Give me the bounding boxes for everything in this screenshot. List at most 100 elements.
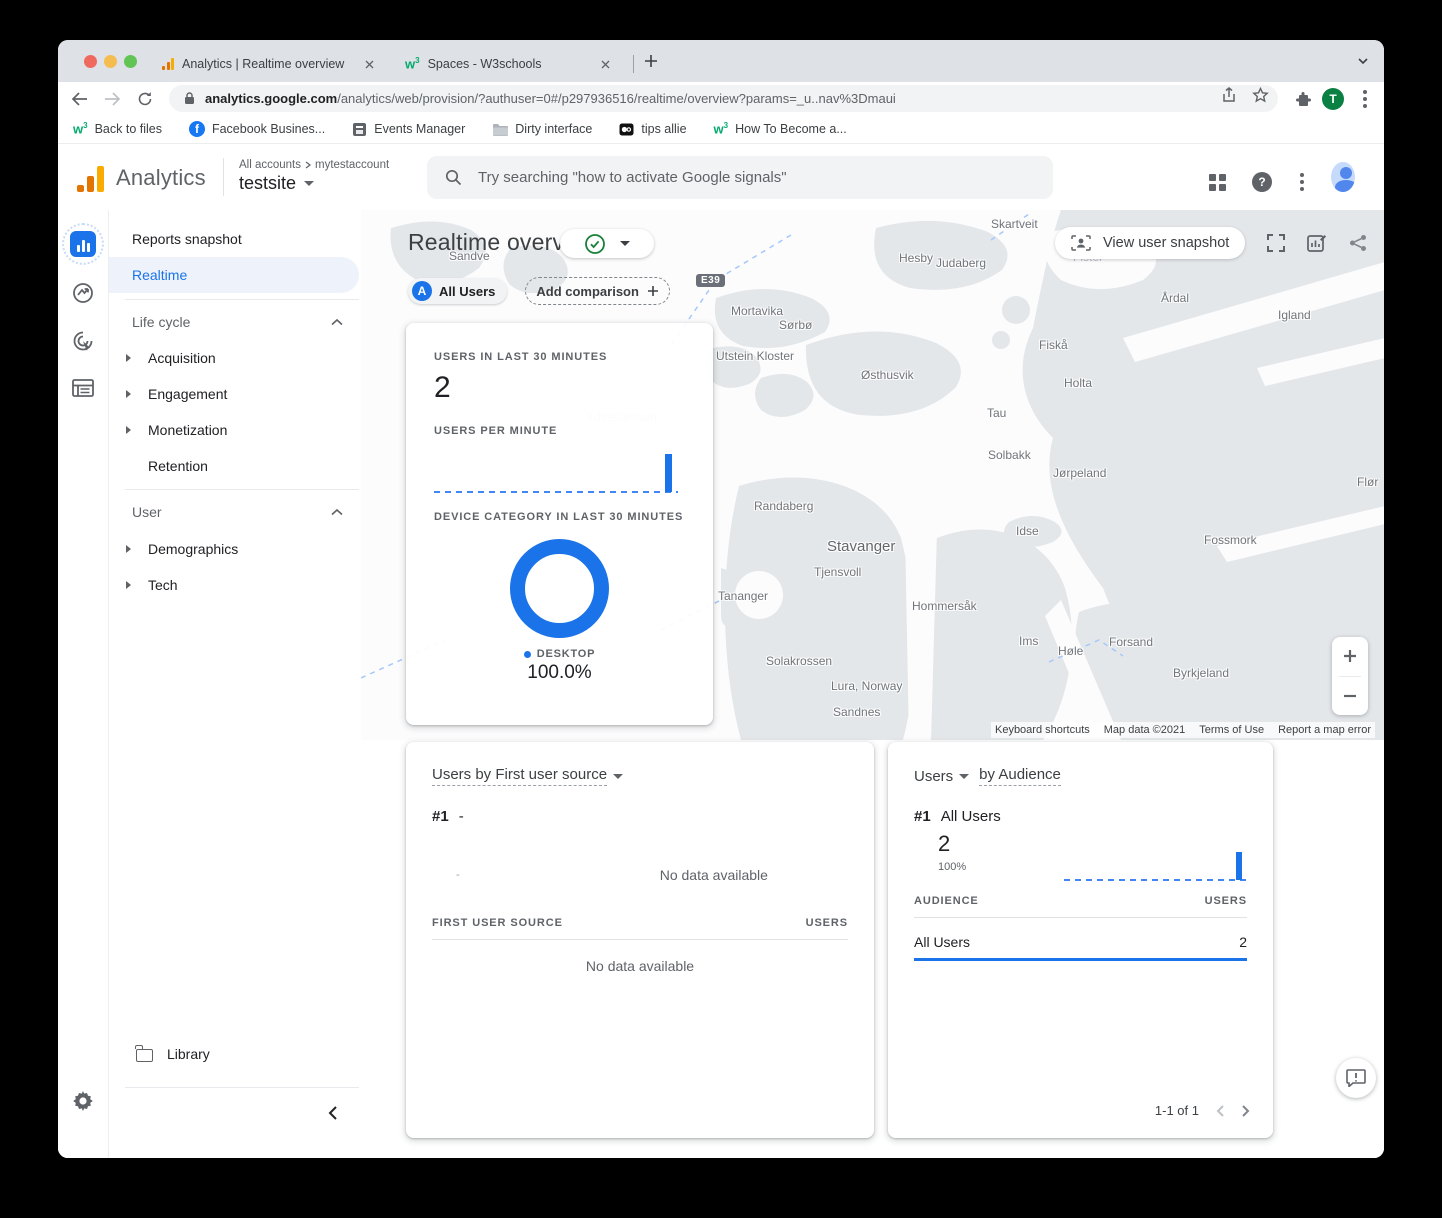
- next-page-icon[interactable]: [1241, 1104, 1251, 1118]
- sidebar-item-engagement[interactable]: Engagement: [109, 376, 359, 412]
- column-header[interactable]: USERS: [806, 917, 848, 929]
- close-tab-icon[interactable]: [601, 60, 610, 69]
- bookmark-label: Back to files: [95, 122, 162, 136]
- map-label: Høle: [1058, 644, 1083, 658]
- apps-grid-icon[interactable]: [1205, 170, 1229, 194]
- zoom-in-button[interactable]: [1332, 637, 1368, 676]
- sidebar-divider: [125, 1087, 359, 1088]
- w3schools-icon: w3: [714, 122, 729, 135]
- card-title-dimension-selector[interactable]: Users by Audience: [914, 766, 1247, 786]
- address-bar[interactable]: analytics.google.com/analytics/web/provi…: [169, 85, 1278, 112]
- section-header-life-cycle[interactable]: Life cycle: [109, 304, 359, 340]
- comparison-chip-all-users[interactable]: A All Users: [408, 278, 507, 304]
- map-label: Hesby: [899, 251, 933, 265]
- sidebar-item-demographics[interactable]: Demographics: [109, 531, 359, 567]
- bookmark-star-icon[interactable]: [1252, 87, 1269, 103]
- advertising-nav-icon[interactable]: [71, 329, 95, 353]
- bookmark-item[interactable]: w3 How To Become a...: [714, 122, 847, 136]
- search-icon: [445, 169, 462, 186]
- bookmark-item[interactable]: w3 Back to files: [73, 122, 162, 136]
- analytics-logo: [77, 166, 105, 192]
- table-row[interactable]: All Users 2: [914, 934, 1247, 961]
- customize-report-icon[interactable]: [1307, 233, 1327, 253]
- map-label: Skartveit: [991, 217, 1038, 231]
- help-icon[interactable]: ?: [1250, 170, 1274, 194]
- check-circle-icon: [584, 233, 606, 255]
- map-label-city: Stavanger: [827, 538, 895, 555]
- column-header[interactable]: AUDIENCE: [914, 895, 979, 907]
- fullscreen-icon[interactable]: [1267, 234, 1285, 252]
- bookmark-item[interactable]: f Facebook Busines...: [189, 121, 325, 137]
- section-header-user[interactable]: User: [109, 494, 359, 530]
- chevron-down-icon: [304, 181, 314, 186]
- more-options-icon[interactable]: [1290, 170, 1314, 194]
- new-tab-button[interactable]: [641, 51, 661, 71]
- tab-analytics[interactable]: Analytics | Realtime overview: [152, 46, 384, 82]
- product-name: Analytics: [116, 165, 206, 191]
- sidebar-item-retention[interactable]: Retention: [109, 448, 359, 484]
- explore-nav-icon[interactable]: [71, 281, 95, 305]
- chart-empty-state: No data available: [540, 867, 768, 883]
- maximize-window-button[interactable]: [124, 55, 137, 68]
- tab-search-chevron-icon[interactable]: [1356, 55, 1370, 67]
- column-header[interactable]: FIRST USER SOURCE: [432, 917, 563, 929]
- feedback-button[interactable]: [1336, 1058, 1376, 1098]
- add-comparison-button[interactable]: Add comparison: [525, 277, 670, 305]
- extensions-puzzle-icon[interactable]: [1290, 86, 1316, 112]
- terms-of-use-link[interactable]: Terms of Use: [1199, 724, 1264, 736]
- sidebar-item-library[interactable]: Library: [109, 1036, 359, 1072]
- expand-arrow-icon: [126, 390, 131, 398]
- close-tab-icon[interactable]: [365, 60, 374, 69]
- bookmark-item[interactable]: Events Manager: [352, 122, 465, 137]
- previous-page-icon[interactable]: [1215, 1104, 1225, 1118]
- keyboard-shortcuts-link[interactable]: Keyboard shortcuts: [995, 724, 1090, 736]
- bookmark-label: Events Manager: [374, 122, 465, 136]
- property-selector[interactable]: testsite: [239, 173, 389, 194]
- collapse-sidebar-icon[interactable]: [327, 1105, 339, 1121]
- user-snapshot-icon: [1071, 235, 1091, 251]
- users-30min-value: 2: [434, 371, 685, 405]
- card-title-dimension-selector[interactable]: Users by First user source: [432, 766, 848, 786]
- chart-bar: [1236, 852, 1242, 880]
- share-report-icon[interactable]: [1349, 234, 1367, 252]
- bookmarks-bar: w3 Back to files f Facebook Busines... E…: [58, 115, 1384, 144]
- share-icon[interactable]: [1221, 87, 1237, 104]
- map-label: Jørpeland: [1053, 466, 1106, 480]
- users-per-minute-chart[interactable]: [434, 451, 678, 493]
- sidebar-item-realtime[interactable]: Realtime: [109, 257, 359, 293]
- report-map-error-link[interactable]: Report a map error: [1278, 724, 1371, 736]
- map-label: Fiskå: [1039, 338, 1068, 352]
- sidebar-item-acquisition[interactable]: Acquisition: [109, 340, 359, 376]
- bookmark-item[interactable]: tips allie: [619, 122, 686, 137]
- device-percentage: 100.0%: [434, 662, 685, 684]
- minimize-window-button[interactable]: [104, 55, 117, 68]
- sidebar-item-monetization[interactable]: Monetization: [109, 412, 359, 448]
- data-quality-badge[interactable]: [560, 229, 654, 258]
- account-breadcrumb[interactable]: All accounts mytestaccount: [239, 159, 389, 171]
- admin-gear-icon[interactable]: [71, 1089, 95, 1113]
- table-empty-state: No data available: [432, 958, 848, 974]
- column-header[interactable]: USERS: [1205, 895, 1247, 907]
- donut-legend: DESKTOP: [434, 648, 685, 660]
- account-avatar[interactable]: [1331, 165, 1355, 189]
- zoom-out-button[interactable]: [1332, 676, 1368, 715]
- sidebar-item-tech[interactable]: Tech: [109, 567, 359, 603]
- browser-profile-avatar[interactable]: T: [1320, 86, 1346, 112]
- forward-button[interactable]: [99, 86, 125, 112]
- audience-sparkline-chart[interactable]: [1064, 841, 1247, 881]
- view-user-snapshot-button[interactable]: View user snapshot: [1055, 227, 1245, 259]
- device-donut-chart[interactable]: [510, 539, 609, 638]
- configure-nav-icon[interactable]: [72, 379, 94, 397]
- search-input[interactable]: [476, 168, 1000, 187]
- reports-nav-icon[interactable]: [62, 223, 104, 265]
- reload-button[interactable]: [132, 86, 158, 112]
- back-button[interactable]: [66, 86, 92, 112]
- browser-menu-icon[interactable]: [1352, 86, 1378, 112]
- close-window-button[interactable]: [84, 55, 97, 68]
- bookmark-item[interactable]: Dirty interface: [492, 122, 592, 136]
- search-bar[interactable]: [427, 156, 1053, 199]
- sidebar-item-reports-snapshot[interactable]: Reports snapshot: [109, 221, 359, 257]
- tab-w3schools[interactable]: w3 Spaces - W3schools: [395, 46, 620, 82]
- map-label: Solakrossen: [766, 654, 832, 668]
- rank-name: All Users: [941, 808, 1001, 825]
